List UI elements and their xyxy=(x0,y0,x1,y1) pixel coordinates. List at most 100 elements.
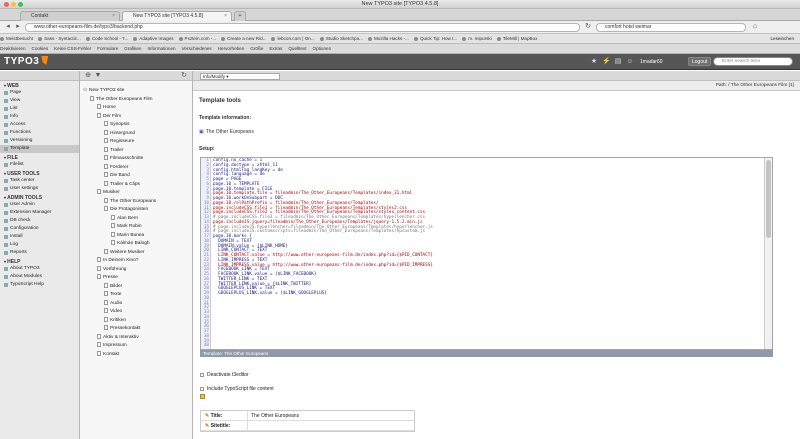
user-icon[interactable]: ☺ xyxy=(626,58,634,66)
browser-tab-typo3[interactable]: New TYPO3 site [TYPO3 4.5.8] × xyxy=(122,11,232,21)
devtools-menu-item[interactable]: Verschiedenes xyxy=(182,44,212,53)
tree-node[interactable]: Bilder xyxy=(104,282,122,291)
module-group-header[interactable]: ▾ HELP xyxy=(0,257,79,265)
table-row[interactable]: ✎ Sitetitle: xyxy=(201,421,414,431)
tree-node[interactable]: Kritiken xyxy=(104,316,126,325)
include-typoscript-checkbox[interactable]: Include TypoScript file content xyxy=(200,386,274,392)
edit-pencil-icon[interactable] xyxy=(200,394,205,401)
browser-search-field[interactable]: comfort hotel weimar xyxy=(596,23,746,32)
module-item[interactable]: List xyxy=(0,105,79,113)
devtools-menu-item[interactable]: Informationen xyxy=(148,44,176,53)
tree-node[interactable]: In Deinem Kino? xyxy=(97,257,138,265)
devtools-menu-item[interactable]: Größe xyxy=(250,44,263,53)
module-group-header[interactable]: ▾ USER TOOLS xyxy=(0,169,79,177)
module-item[interactable]: Log xyxy=(0,241,79,249)
module-item[interactable]: Info xyxy=(0,113,79,121)
module-item[interactable]: Reports xyxy=(0,249,79,257)
tree-node[interactable]: Trailer xyxy=(104,146,123,155)
tree-node[interactable]: Aktiv & Interaktiv xyxy=(97,333,139,342)
tree-node[interactable]: Förderer xyxy=(104,163,128,172)
tree-node[interactable]: ⊙ New TYPO3 site xyxy=(83,87,124,95)
tree-node[interactable]: Marin Bunea xyxy=(111,231,144,240)
tree-node[interactable]: Presse xyxy=(97,274,118,282)
function-select[interactable]: Info/Modify ▾ xyxy=(200,73,280,80)
module-item[interactable]: Task center xyxy=(0,177,79,185)
username[interactable]: 1madar60 xyxy=(640,58,663,66)
tree-node[interactable]: Mark Rubin xyxy=(111,223,142,231)
logout-button[interactable]: Logout xyxy=(688,57,712,66)
tree-node[interactable]: Weitere Musiker xyxy=(104,248,145,257)
devtools-menu-item[interactable]: Cookies xyxy=(32,44,49,53)
minimize-window-icon[interactable] xyxy=(11,2,16,7)
tree-node[interactable]: The Other Europeans Film xyxy=(90,95,153,104)
typoscript-editor[interactable]: 1 2 3 4 5 6 7 8 9 10 11 12 13 14 15 16 17 18 19 20 21 22 23 24 2… xyxy=(200,157,773,350)
tree-node[interactable]: Texte xyxy=(104,291,121,299)
module-item[interactable]: TypoScript Help xyxy=(0,281,79,289)
module-item[interactable]: View xyxy=(0,97,79,105)
back-icon[interactable]: ◂ xyxy=(3,23,13,32)
scrollbar-thumb[interactable] xyxy=(766,160,771,238)
browser-tab-contakt[interactable]: Contakt × xyxy=(20,11,120,21)
code-area[interactable]: config.no_cache = 1 config.doctype = xhtm… xyxy=(213,158,753,349)
tree-node[interactable]: Audio xyxy=(104,299,122,308)
tree-node[interactable]: Musiker xyxy=(97,189,120,197)
module-item[interactable]: Install xyxy=(0,233,79,241)
bookmark-item[interactable]: Pxztein.com -... xyxy=(179,34,217,43)
module-item[interactable]: Template xyxy=(0,145,79,153)
filter-icon[interactable]: ▼ xyxy=(94,72,102,80)
module-item[interactable]: Functions xyxy=(0,129,79,137)
bookmark-item[interactable]: Code School - T... xyxy=(86,34,128,43)
bookmark-item[interactable]: m. mipurski xyxy=(462,34,491,43)
devtools-menu-item[interactable]: Keine CSS-Fehler xyxy=(54,44,91,53)
bookmark-item[interactable]: Meistbesucht xyxy=(0,34,33,43)
tree-node[interactable]: Die Band xyxy=(104,172,130,180)
tree-node[interactable]: Kálmán Balogh xyxy=(111,240,150,248)
bookmark-item[interactable]: Create a new Rid... xyxy=(221,34,266,43)
module-group-header[interactable]: ▾ ADMIN TOOLS xyxy=(0,193,79,201)
module-item[interactable]: User Admin xyxy=(0,201,79,209)
tree-node[interactable]: Impressum xyxy=(97,342,127,350)
module-item[interactable]: User settings xyxy=(0,185,79,193)
deactivate-t3editor-checkbox[interactable]: Deactivate t3editor xyxy=(200,372,249,378)
devtools-menu-item[interactable]: Quelltext xyxy=(288,44,306,53)
reading-list-label[interactable]: Leseinchen xyxy=(771,34,795,43)
tree-node[interactable]: Pressekontakt xyxy=(104,325,140,333)
devtools-menu-item[interactable]: Hervorheben xyxy=(218,44,245,53)
tree-node[interactable]: Hintergrund xyxy=(104,129,135,138)
reload-icon[interactable]: ↻ xyxy=(583,23,593,32)
module-group-header[interactable]: ▾ WEB xyxy=(0,81,79,89)
module-item[interactable]: Page xyxy=(0,89,79,97)
editor-scrollbar[interactable] xyxy=(764,158,772,349)
workspaces-icon[interactable]: ▤ xyxy=(614,58,622,66)
new-tab-button[interactable]: + xyxy=(234,11,246,21)
module-group-header[interactable]: ▾ FILE xyxy=(0,153,79,161)
devtools-menu-item[interactable]: Extras xyxy=(269,44,282,53)
close-tab-icon[interactable]: × xyxy=(224,12,227,21)
tree-node[interactable]: Synopsis xyxy=(104,121,129,129)
bookmark-item[interactable]: Studio Sketchpa... xyxy=(320,34,363,43)
template-name[interactable]: ▣ The Other Europeans xyxy=(199,129,254,135)
typo3-search-input[interactable]: Enter search term xyxy=(713,57,793,66)
module-item[interactable]: About Modules xyxy=(0,273,79,281)
module-item[interactable]: Filelist xyxy=(0,161,79,169)
bookmark-item[interactable]: TileMill | MapBox xyxy=(497,34,538,43)
new-page-icon[interactable]: ⊕ xyxy=(84,72,92,80)
tree-node[interactable]: Kontakt xyxy=(97,350,119,359)
tree-node[interactable]: Die Protagonisten xyxy=(104,206,148,214)
module-item[interactable]: Configuration xyxy=(0,225,79,233)
close-tab-icon[interactable]: × xyxy=(112,12,115,21)
url-field[interactable]: www.other-europeans-film.de/typo3/backen… xyxy=(25,23,580,32)
clear-cache-icon[interactable]: ⚡ xyxy=(602,58,611,66)
bookmark-icon[interactable]: ★ xyxy=(590,58,598,66)
module-item[interactable]: Extension Manager xyxy=(0,209,79,217)
bookmark-item[interactable]: Mozilla Hacks -... xyxy=(368,34,409,43)
module-item[interactable]: Versioning xyxy=(0,137,79,145)
home-icon[interactable]: ⌂ xyxy=(750,23,760,32)
tree-node[interactable]: Vorführung xyxy=(97,265,126,274)
bookmark-item[interactable]: lebcon.com | On... xyxy=(271,34,314,43)
tree-node[interactable]: Home xyxy=(97,104,116,112)
tree-node[interactable]: Video xyxy=(104,308,122,316)
module-item[interactable]: About TYPO3 xyxy=(0,265,79,273)
devtools-menu-item[interactable]: Grafiken xyxy=(124,44,141,53)
tree-node[interactable]: Regisseure xyxy=(104,138,134,146)
